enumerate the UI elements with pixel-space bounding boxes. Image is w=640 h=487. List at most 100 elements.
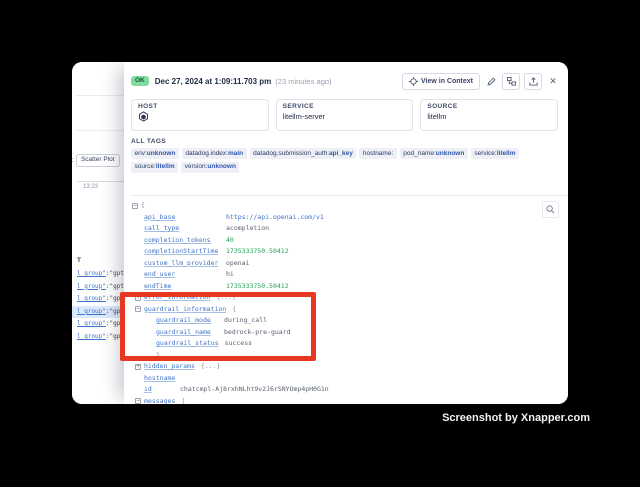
expand-toggle-icon[interactable]: + xyxy=(135,364,141,370)
event-timestamp: Dec 27, 2024 at 1:09:11.703 pm xyxy=(155,77,272,86)
expand-toggle-icon[interactable]: − xyxy=(135,398,141,404)
panel-actions: View in Context ✕ xyxy=(402,73,560,90)
tag-value: litellm xyxy=(497,150,516,157)
json-value: 1735333750.50412 xyxy=(226,246,289,258)
status-badge: OK xyxy=(131,76,149,87)
json-key[interactable]: id xyxy=(144,384,174,396)
tag-key: hostname: xyxy=(363,150,393,157)
axis-tick-label: 13:23 xyxy=(83,184,98,190)
tag-key: datadog.index: xyxy=(185,150,228,157)
json-row: −guardrail_information { xyxy=(130,304,568,316)
list-item[interactable]: l_group":"gpt-4o xyxy=(72,268,124,281)
close-icon[interactable]: ✕ xyxy=(546,74,560,89)
crosshair-icon xyxy=(409,77,418,86)
panel-topbar: OK Dec 27, 2024 at 1:09:11.703 pm (23 mi… xyxy=(131,71,560,91)
tag-pill[interactable]: datadog.submission_auth:api_key xyxy=(250,148,357,159)
json-row: completion_tokens40 xyxy=(130,235,568,247)
json-value: [ xyxy=(181,396,185,405)
json-row: +error_information {...} xyxy=(130,292,568,304)
tag-value: api_key xyxy=(329,150,353,157)
json-row: endTime1735333750.50412 xyxy=(130,281,568,293)
edit-pencil-icon[interactable] xyxy=(484,74,498,89)
json-key[interactable]: endTime xyxy=(144,281,220,293)
related-data-icon[interactable] xyxy=(502,73,520,90)
tag-key: pod_name: xyxy=(403,150,436,157)
log-list: l_group":"gpt-4ol_group":"gpt-4ol_group"… xyxy=(72,268,124,344)
host-hexagon-icon xyxy=(138,111,262,122)
json-key[interactable]: guardrail_status xyxy=(156,338,219,350)
json-row: +hidden_params{...} xyxy=(130,361,568,373)
json-value: https://api.openai.com/v1 xyxy=(226,212,324,224)
json-value: { xyxy=(141,200,145,212)
tag-pill[interactable]: source:litellm xyxy=(131,162,178,173)
list-item-link[interactable]: l_group" xyxy=(77,295,106,302)
json-row: call_typeacompletion xyxy=(130,223,568,235)
json-value: chatcmpl-Aj8rxhNLht9v2J6rSNYOmp4pH0G1n xyxy=(180,384,329,396)
background-page-strip: : Scatter Plot 13:23 T l_group":"gpt-4ol… xyxy=(72,62,124,404)
json-value: {...} xyxy=(217,292,237,304)
truncated-control: : xyxy=(72,157,74,164)
list-item-link[interactable]: l_group" xyxy=(77,270,106,277)
list-item-link[interactable]: l_group" xyxy=(77,333,106,340)
tag-pill[interactable]: datadog.index:main xyxy=(182,148,247,159)
json-key[interactable]: messages xyxy=(144,396,175,405)
json-value: openai xyxy=(226,258,249,270)
list-item-text: :"gpt- xyxy=(106,295,124,302)
json-row: end_user hi xyxy=(130,269,568,281)
list-item[interactable]: l_group":"gpt- xyxy=(72,318,124,331)
list-item[interactable]: l_group":"gpt- xyxy=(72,331,124,344)
tag-value: litellm xyxy=(156,163,175,170)
tag-pill[interactable]: hostname: xyxy=(359,148,396,159)
tag-value: unknown xyxy=(207,163,236,170)
json-key[interactable]: api_base xyxy=(144,212,220,224)
json-key[interactable]: guardrail_mode xyxy=(156,315,218,327)
json-value: during_call xyxy=(224,315,267,327)
tag-pill[interactable]: pod_name:unknown xyxy=(400,148,468,159)
list-item-link[interactable]: l_group" xyxy=(77,283,106,290)
list-item[interactable]: l_group":"gpt- xyxy=(72,306,124,319)
search-icon[interactable] xyxy=(542,201,559,218)
json-row: id chatcmpl-Aj8rxhNLht9v2J6rSNYOmp4pH0G1n xyxy=(130,384,568,396)
list-item[interactable]: l_group":"gpt-4o xyxy=(72,281,124,294)
json-key[interactable]: error_information xyxy=(144,292,211,304)
watermark-text: Screenshot by Xnapper.com xyxy=(442,412,590,424)
list-item-text: :"gpt- xyxy=(106,308,124,315)
json-row: } xyxy=(130,350,568,362)
event-attributes-json: −{api_basehttps://api.openai.com/v1call_… xyxy=(124,196,568,404)
json-row: hostname xyxy=(130,373,568,385)
json-key[interactable]: end_user xyxy=(144,269,220,281)
view-in-context-button[interactable]: View in Context xyxy=(402,73,480,90)
json-key[interactable]: completionStartTime xyxy=(144,246,220,258)
list-item-link[interactable]: l_group" xyxy=(77,308,106,315)
tag-value: unknown xyxy=(147,150,176,157)
expand-toggle-icon[interactable]: − xyxy=(135,306,141,312)
info-box: SERVICE litellm-server xyxy=(276,99,414,131)
json-key[interactable]: hidden_params xyxy=(144,361,195,373)
json-key[interactable]: guardrail_name xyxy=(156,327,218,339)
info-boxes: HOST SERVICE litellm-server SOURCE litel… xyxy=(131,99,558,131)
list-item-link[interactable]: l_group" xyxy=(77,320,106,327)
json-key[interactable]: completion_tokens xyxy=(144,235,220,247)
expand-toggle-icon[interactable]: − xyxy=(132,203,138,209)
info-box-value: litellm-server xyxy=(283,112,407,121)
json-value: { xyxy=(232,304,236,316)
json-key[interactable]: call_type xyxy=(144,223,220,235)
json-key[interactable]: guardrail_information xyxy=(144,304,226,316)
list-item[interactable]: l_group":"gpt- xyxy=(72,293,124,306)
json-key[interactable]: hostname xyxy=(144,373,175,385)
json-value: bedrock-pre-guard xyxy=(224,327,291,339)
expand-toggle-icon[interactable]: + xyxy=(135,295,141,301)
list-item-text: :"gpt- xyxy=(106,333,124,340)
tag-pill[interactable]: version:unknown xyxy=(181,162,239,173)
view-in-context-label: View in Context xyxy=(421,78,473,85)
tag-pill[interactable]: env:unknown xyxy=(131,148,179,159)
event-time-ago: (23 minutes ago) xyxy=(275,77,331,86)
app-window: : Scatter Plot 13:23 T l_group":"gpt-4ol… xyxy=(72,62,568,404)
scatter-plot-button[interactable]: Scatter Plot xyxy=(76,154,120,167)
tag-pill[interactable]: service:litellm xyxy=(471,148,519,159)
json-value: hi xyxy=(226,269,234,281)
json-key[interactable]: custom_llm_provider xyxy=(144,258,220,270)
event-detail-panel: OK Dec 27, 2024 at 1:09:11.703 pm (23 mi… xyxy=(124,62,568,404)
export-icon[interactable] xyxy=(524,73,542,90)
tag-list: env:unknowndatadog.index:maindatadog.sub… xyxy=(131,148,558,176)
